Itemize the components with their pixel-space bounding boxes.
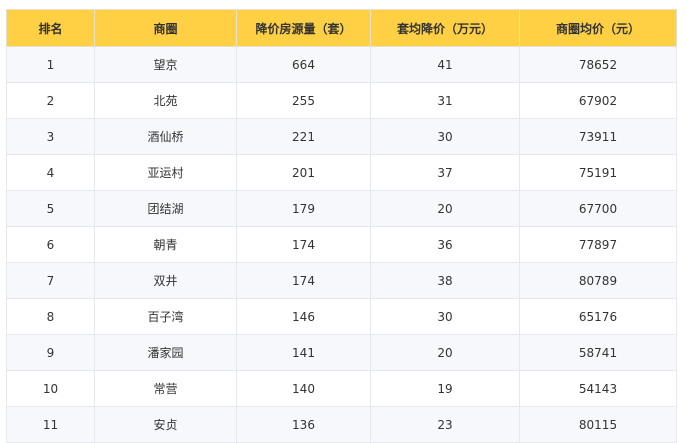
cell-rank: 5 [6, 190, 95, 227]
table-row: 9 潘家园 141 20 58741 [6, 334, 677, 371]
table-row: 11 安贞 136 23 80115 [6, 406, 677, 443]
cell-rank: 6 [6, 226, 95, 263]
cell-district-avg-price: 73911 [519, 118, 677, 155]
cell-rank: 9 [6, 334, 95, 371]
cell-business-district: 朝青 [94, 226, 237, 263]
cell-avg-price-cut: 37 [370, 154, 520, 191]
cell-district-avg-price: 78652 [519, 46, 677, 83]
table-row: 2 北苑 255 31 67902 [6, 82, 677, 119]
cell-avg-price-cut: 41 [370, 46, 520, 83]
cell-rank: 1 [6, 46, 95, 83]
cell-business-district: 望京 [94, 46, 237, 83]
cell-business-district: 酒仙桥 [94, 118, 237, 155]
table-row: 1 望京 664 41 78652 [6, 46, 677, 83]
cell-avg-price-cut: 30 [370, 298, 520, 335]
cell-price-cut-listings: 221 [236, 118, 371, 155]
cell-price-cut-listings: 174 [236, 262, 371, 299]
table-header-row: 排名 商圈 降价房源量（套） 套均降价（万元） 商圈均价（元） [6, 9, 677, 47]
cell-district-avg-price: 65176 [519, 298, 677, 335]
cell-business-district: 亚运村 [94, 154, 237, 191]
cell-avg-price-cut: 23 [370, 406, 520, 443]
cell-business-district: 百子湾 [94, 298, 237, 335]
cell-district-avg-price: 80789 [519, 262, 677, 299]
cell-avg-price-cut: 31 [370, 82, 520, 119]
header-rank: 排名 [6, 9, 95, 47]
cell-price-cut-listings: 664 [236, 46, 371, 83]
header-avg-price-cut: 套均降价（万元） [370, 9, 520, 47]
cell-price-cut-listings: 136 [236, 406, 371, 443]
table-row: 10 常营 140 19 54143 [6, 370, 677, 407]
cell-avg-price-cut: 36 [370, 226, 520, 263]
cell-avg-price-cut: 20 [370, 334, 520, 371]
cell-rank: 7 [6, 262, 95, 299]
cell-business-district: 北苑 [94, 82, 237, 119]
table-row: 7 双井 174 38 80789 [6, 262, 677, 299]
cell-price-cut-listings: 140 [236, 370, 371, 407]
cell-business-district: 安贞 [94, 406, 237, 443]
cell-district-avg-price: 80115 [519, 406, 677, 443]
table-body: 1 望京 664 41 78652 2 北苑 255 31 67902 3 酒仙桥 221 30 73911… [6, 46, 677, 443]
cell-price-cut-listings: 255 [236, 82, 371, 119]
cell-district-avg-price: 75191 [519, 154, 677, 191]
cell-rank: 3 [6, 118, 95, 155]
header-business-district: 商圈 [94, 9, 237, 47]
table-row: 3 酒仙桥 221 30 73911 [6, 118, 677, 155]
cell-avg-price-cut: 38 [370, 262, 520, 299]
cell-business-district: 双井 [94, 262, 237, 299]
cell-price-cut-listings: 201 [236, 154, 371, 191]
cell-avg-price-cut: 19 [370, 370, 520, 407]
cell-price-cut-listings: 174 [236, 226, 371, 263]
cell-district-avg-price: 58741 [519, 334, 677, 371]
header-price-cut-listings: 降价房源量（套） [236, 9, 371, 47]
header-district-avg-price: 商圈均价（元） [519, 9, 677, 47]
cell-district-avg-price: 77897 [519, 226, 677, 263]
cell-rank: 11 [6, 406, 95, 443]
cell-avg-price-cut: 30 [370, 118, 520, 155]
cell-rank: 10 [6, 370, 95, 407]
cell-avg-price-cut: 20 [370, 190, 520, 227]
cell-price-cut-listings: 179 [236, 190, 371, 227]
cell-business-district: 常营 [94, 370, 237, 407]
cell-district-avg-price: 54143 [519, 370, 677, 407]
cell-district-avg-price: 67902 [519, 82, 677, 119]
ranking-table: 排名 商圈 降价房源量（套） 套均降价（万元） 商圈均价（元） 1 望京 664 41… [6, 9, 677, 443]
table-row: 4 亚运村 201 37 75191 [6, 154, 677, 191]
table-row: 8 百子湾 146 30 65176 [6, 298, 677, 335]
cell-rank: 8 [6, 298, 95, 335]
cell-business-district: 团结湖 [94, 190, 237, 227]
cell-business-district: 潘家园 [94, 334, 237, 371]
table-row: 5 团结湖 179 20 67700 [6, 190, 677, 227]
cell-rank: 2 [6, 82, 95, 119]
ranking-table-container: 排名 商圈 降价房源量（套） 套均降价（万元） 商圈均价（元） 1 望京 664 41… [6, 9, 677, 443]
cell-price-cut-listings: 141 [236, 334, 371, 371]
table-row: 6 朝青 174 36 77897 [6, 226, 677, 263]
cell-rank: 4 [6, 154, 95, 191]
cell-district-avg-price: 67700 [519, 190, 677, 227]
cell-price-cut-listings: 146 [236, 298, 371, 335]
